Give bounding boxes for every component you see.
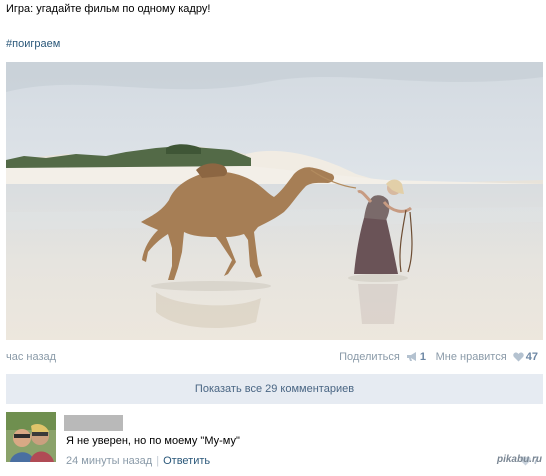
commenter-name[interactable] — [64, 415, 123, 431]
comment-text: Я не уверен, но по моему "Му-му" — [66, 435, 240, 447]
reply-link[interactable]: Ответить — [163, 455, 210, 467]
separator: | — [156, 455, 160, 467]
like-button[interactable]: Мне нравится 47 — [436, 351, 538, 363]
share-label: Поделиться — [339, 351, 400, 363]
post-meta: час назад Поделиться 1 Мне нравится 47 — [6, 351, 538, 365]
avatar[interactable] — [6, 412, 56, 462]
comment-time[interactable]: 24 минуты назад — [66, 455, 152, 467]
post-photo[interactable] — [6, 62, 543, 340]
show-all-comments-button[interactable]: Показать все 29 комментариев — [6, 374, 543, 404]
share-button[interactable]: Поделиться 1 — [339, 351, 426, 363]
comment-item: Я не уверен, но по моему "Му-му" 24 мину… — [6, 410, 543, 470]
like-count: 47 — [525, 351, 538, 363]
post-time[interactable]: час назад — [6, 351, 56, 363]
share-count: 1 — [419, 351, 426, 363]
megaphone-icon — [406, 352, 416, 361]
hashtag-link[interactable]: #поиграем — [6, 38, 60, 50]
comment-meta: 24 минуты назад | Ответить — [66, 455, 210, 467]
post-text: Игра: угадайте фильм по одному кадру! — [6, 3, 211, 15]
like-label: Мне нравится — [435, 351, 507, 363]
heart-icon — [513, 352, 524, 362]
watermark: pikabu.ru — [496, 454, 542, 465]
